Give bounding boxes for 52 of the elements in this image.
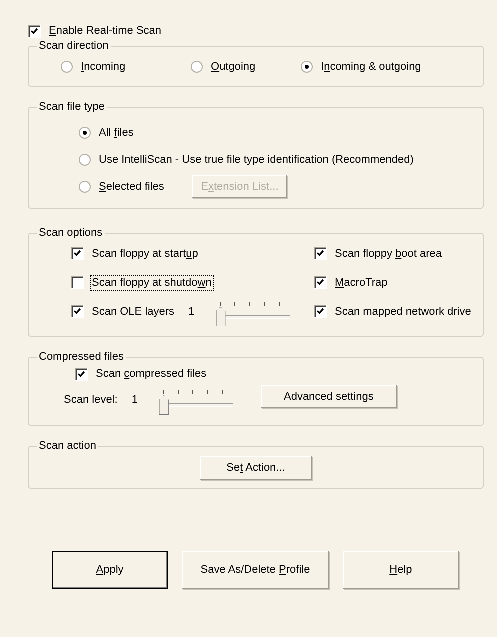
check-icon (315, 277, 326, 288)
dialog-button[interactable]: Save As/Delete Profile (182, 551, 329, 589)
checkbox[interactable] (28, 24, 41, 38)
slider[interactable] (158, 389, 233, 417)
check-icon (72, 306, 83, 317)
checkbox-label: Scan compressed files (95, 367, 208, 381)
radio-label: Outgoing (210, 60, 257, 74)
radio-label: Selected files (98, 180, 166, 194)
checkbox[interactable] (314, 247, 327, 260)
checkbox-label: Scan floppy at startup (91, 246, 200, 260)
checkbox-label: Scan mapped network drive (334, 304, 472, 318)
checkbox[interactable] (71, 276, 84, 289)
check-icon (29, 26, 40, 36)
group-title: Scan direction (38, 40, 110, 52)
group-title: Compressed files (38, 351, 125, 363)
slider-value: 1 (188, 306, 195, 318)
check-icon (72, 248, 83, 259)
group-title: Scan action (38, 440, 98, 452)
slider-value: 1 (132, 394, 138, 406)
check-icon (76, 368, 87, 380)
scan-level-label: Scan level: (63, 393, 119, 407)
check-icon (315, 306, 326, 317)
check-icon (315, 248, 326, 259)
radio-label: Incoming & outgoing (320, 60, 422, 74)
radio-label: All files (98, 126, 135, 140)
checkbox-label: Scan OLE layers (91, 304, 176, 318)
slider-thumb[interactable] (158, 395, 169, 415)
checkbox[interactable] (314, 276, 327, 289)
advanced-settings-button[interactable]: Advanced settings (260, 385, 397, 408)
checkbox[interactable] (314, 305, 327, 318)
checkbox[interactable] (75, 368, 88, 380)
slider[interactable] (216, 300, 290, 328)
radio-button[interactable] (191, 61, 203, 73)
group-title: Scan file type (38, 101, 106, 113)
checkbox[interactable] (71, 247, 84, 260)
slider-thumb[interactable] (216, 306, 226, 326)
checkbox-label: Scan floppy at shutdown (91, 276, 213, 290)
group-title: Scan options (38, 227, 104, 239)
radio-button[interactable] (61, 61, 73, 73)
checkbox-label: MacroTrap (334, 276, 389, 290)
radio-label: Incoming (80, 60, 127, 74)
radio-button[interactable] (79, 154, 91, 166)
checkbox[interactable] (71, 305, 84, 318)
radio-button[interactable] (79, 180, 91, 192)
radio-button[interactable] (79, 126, 91, 138)
dialog-button[interactable]: Help (343, 551, 459, 589)
set-action-button[interactable]: Set Action... (200, 456, 312, 480)
checkbox-label: Scan floppy boot area (334, 246, 444, 260)
dialog-button[interactable]: Apply (52, 551, 168, 589)
checkbox-label: Enable Real-time Scan (48, 24, 163, 38)
radio-label: Use IntelliScan - Use true file type identification (Recommended) (98, 152, 415, 166)
radio-button[interactable] (301, 61, 313, 73)
